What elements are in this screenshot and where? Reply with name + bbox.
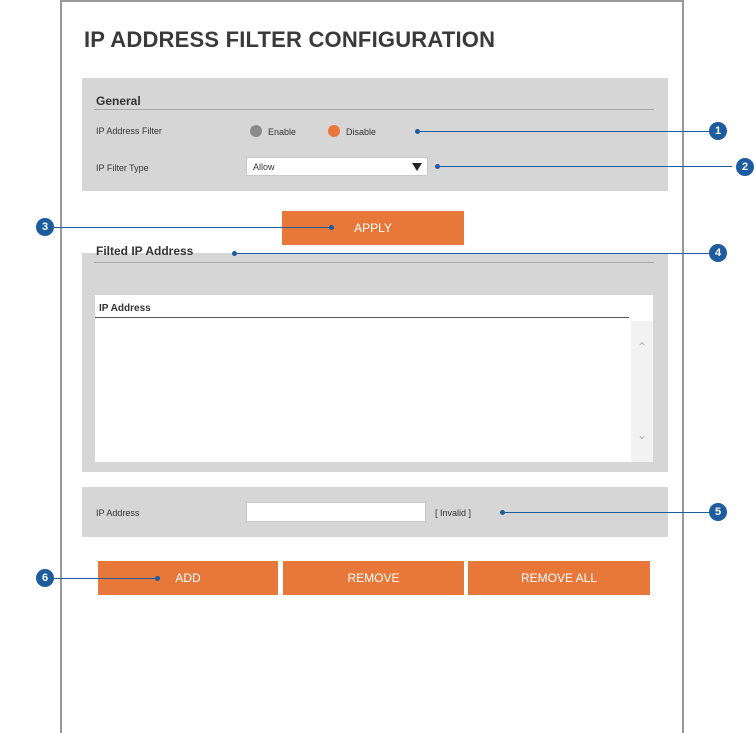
callout-number-5: 5 xyxy=(709,503,727,521)
ip-address-filter-label: IP Address Filter xyxy=(96,126,162,136)
callout-number-4: 4 xyxy=(709,244,727,262)
callout-line-2 xyxy=(438,166,732,167)
callout-line-3 xyxy=(54,227,332,228)
ip-address-column-header: IP Address xyxy=(99,303,151,314)
callout-number-3: 3 xyxy=(36,218,54,236)
general-section-title: General xyxy=(96,94,141,108)
enable-radio[interactable] xyxy=(250,125,262,137)
callout-number-1: 1 xyxy=(709,122,727,140)
disable-radio-label: Disable xyxy=(346,127,377,137)
remove-button[interactable]: REMOVE xyxy=(283,561,464,595)
chevron-down-icon xyxy=(412,163,422,171)
callout-line-6 xyxy=(54,578,158,579)
ip-address-entry-label: IP Address xyxy=(96,508,140,518)
apply-button[interactable]: APPLY xyxy=(282,211,464,245)
disable-radio[interactable] xyxy=(328,125,340,137)
ip-filter-type-select[interactable]: Allow xyxy=(246,157,428,176)
callout-dot-6 xyxy=(155,576,160,581)
scroll-down-icon[interactable]: ⌄ xyxy=(637,429,647,441)
list-header-divider xyxy=(95,317,629,318)
filtered-ip-list[interactable]: IP Address ⌃ ⌄ xyxy=(95,295,653,462)
ip-filter-type-label: IP Filter Type xyxy=(96,163,149,173)
callout-line-1 xyxy=(418,131,712,132)
callout-line-4 xyxy=(235,253,710,254)
callout-line-5 xyxy=(503,512,710,513)
list-scrollbar[interactable]: ⌃ ⌄ xyxy=(631,321,653,462)
filtered-ip-section-title: Filted IP Address xyxy=(96,244,194,258)
page-title: IP ADDRESS FILTER CONFIGURATION xyxy=(84,27,496,52)
ip-address-input[interactable] xyxy=(246,502,426,522)
ip-filter-type-value: Allow xyxy=(253,162,275,172)
callout-dot-3 xyxy=(329,225,334,230)
general-section-divider xyxy=(94,109,654,110)
scroll-up-icon[interactable]: ⌃ xyxy=(637,341,647,353)
callout-number-2: 2 xyxy=(736,158,754,176)
callout-number-6: 6 xyxy=(36,569,54,587)
enable-radio-label: Enable xyxy=(268,127,297,137)
remove-all-button[interactable]: REMOVE ALL xyxy=(468,561,650,595)
ip-validation-status: [ Invalid ] xyxy=(435,508,472,518)
filtered-ip-section-divider xyxy=(94,262,654,263)
